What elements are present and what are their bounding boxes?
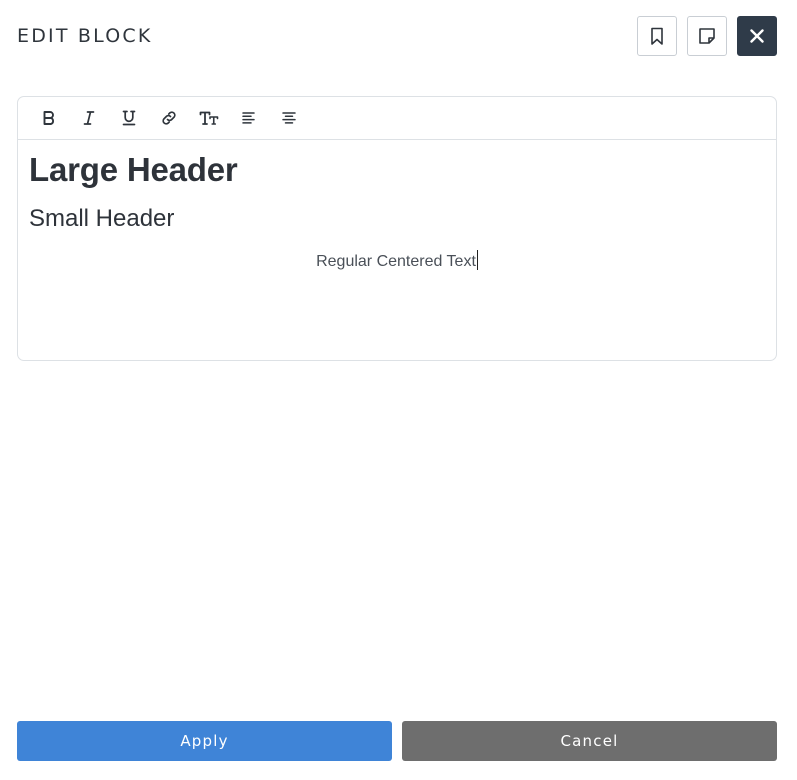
bold-button[interactable] xyxy=(29,98,69,138)
modal-title: EDIT BLOCK xyxy=(17,25,153,47)
close-button[interactable] xyxy=(737,16,777,56)
italic-button[interactable] xyxy=(69,98,109,138)
cancel-button[interactable]: Cancel xyxy=(402,721,777,761)
apply-button[interactable]: Apply xyxy=(17,721,392,761)
editor-toolbar xyxy=(18,97,776,140)
close-icon xyxy=(748,27,766,45)
align-center-icon xyxy=(281,110,297,126)
align-center-button[interactable] xyxy=(269,98,309,138)
bookmark-button[interactable] xyxy=(637,16,677,56)
centered-text: Regular Centered Text xyxy=(316,253,476,270)
bold-icon xyxy=(41,110,57,126)
large-header-text[interactable]: Large Header xyxy=(29,150,765,190)
link-button[interactable] xyxy=(149,98,189,138)
small-header-text[interactable]: Small Header xyxy=(29,204,765,234)
align-left-icon xyxy=(241,110,257,126)
text-size-button[interactable] xyxy=(189,98,229,138)
rich-text-editor: Large Header Small Header Regular Center… xyxy=(17,96,777,361)
modal-footer: Apply Cancel xyxy=(17,721,777,761)
link-icon xyxy=(160,109,178,127)
sticky-note-icon xyxy=(697,26,717,46)
italic-icon xyxy=(81,110,97,126)
header-actions xyxy=(637,16,777,56)
note-button[interactable] xyxy=(687,16,727,56)
underline-icon xyxy=(121,110,137,126)
centered-paragraph[interactable]: Regular Centered Text xyxy=(29,250,765,273)
underline-button[interactable] xyxy=(109,98,149,138)
align-left-button[interactable] xyxy=(229,98,269,138)
edit-block-modal: EDIT BLOCK Large Header Small Header Reg… xyxy=(0,0,797,780)
text-size-icon xyxy=(199,110,219,126)
text-cursor xyxy=(476,250,478,270)
editor-content-area[interactable]: Large Header Small Header Regular Center… xyxy=(18,140,776,283)
bookmark-icon xyxy=(647,26,667,46)
